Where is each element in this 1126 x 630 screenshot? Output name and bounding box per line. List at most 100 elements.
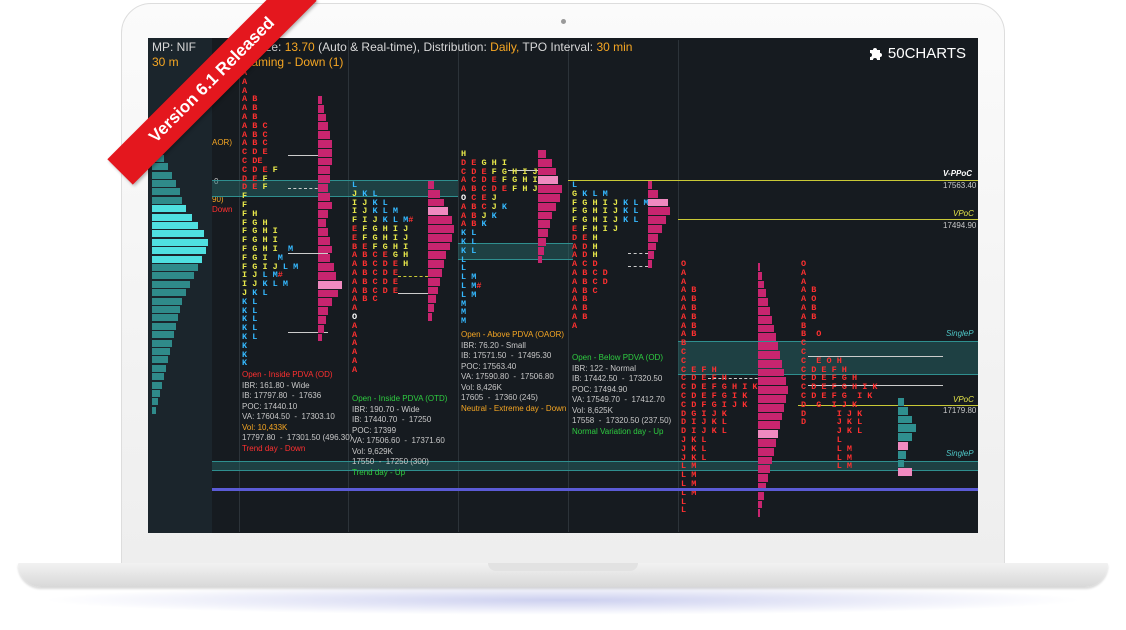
composite-volume-bar <box>152 339 172 347</box>
tpo-row: L <box>461 254 467 265</box>
composite-volume-bar <box>152 364 166 372</box>
volume-bar <box>758 421 780 430</box>
volume-bar <box>428 216 452 224</box>
tpo-row: A B <box>572 311 588 322</box>
volume-bar <box>318 298 332 307</box>
volume-bar <box>318 175 330 183</box>
logo-text: 50CHARTS <box>887 44 966 62</box>
volume-bar <box>758 377 786 386</box>
volume-bar <box>318 316 326 324</box>
composite-volume-bar <box>152 180 176 187</box>
volume-bar <box>898 442 908 450</box>
session-stats-4: Open - Below PDVA (OD) IBR: 122 - Normal… <box>572 353 672 436</box>
volume-bar <box>758 289 766 298</box>
volume-bar <box>538 246 544 255</box>
chart-screen[interactable]: MP: NIF POSize: 13.70 (Auto & Real-time)… <box>148 38 978 533</box>
volume-bar <box>758 342 778 350</box>
volume-bar <box>318 210 328 219</box>
composite-volume-bar <box>152 356 168 364</box>
volume-bar <box>318 113 326 122</box>
volume-bar <box>428 251 446 260</box>
composite-volume-bar <box>152 406 156 414</box>
volume-bar <box>428 295 436 304</box>
composite-volume-bar <box>152 297 182 305</box>
volume-bar <box>318 219 326 227</box>
volume-bar <box>318 192 330 201</box>
header-mid-text: (Auto & Real-time), Distribution: <box>318 40 487 54</box>
volume-bar <box>538 220 550 229</box>
composite-volume-bar <box>152 222 198 229</box>
tpo-row: K L <box>242 331 258 342</box>
tpo-row: A <box>352 347 358 358</box>
tpo-row: A <box>352 303 358 314</box>
volume-bar <box>318 236 330 245</box>
volume-bar <box>318 254 330 263</box>
tpo-row: A <box>352 329 358 340</box>
tpo-row: A <box>242 76 248 87</box>
composite-volume-bar <box>152 306 180 313</box>
volume-bar <box>758 395 786 403</box>
composite-volume-bar <box>152 188 180 196</box>
volume-bar <box>428 233 452 242</box>
tpo-profile-session-5: O A A A B A B A B A B A B A B B C C C E … <box>681 259 758 516</box>
interval-value: 30 min <box>596 40 633 54</box>
volume-bar <box>538 211 552 220</box>
volume-bar <box>538 185 562 193</box>
composite-volume-bar <box>152 247 206 255</box>
volume-bar <box>428 260 444 268</box>
left-label-down: Down <box>212 205 233 214</box>
volume-bar <box>898 468 912 477</box>
volume-bar <box>758 315 772 324</box>
composite-volume-bar <box>152 289 186 297</box>
volume-bar <box>758 447 774 456</box>
tpo-profile-session-1: AAAA BA BA BA B CA B CA B CC D EC DE C D … <box>242 69 298 368</box>
tposize-value: 13.70 <box>284 40 315 54</box>
tpo-row: A <box>352 364 358 375</box>
volume-bar <box>428 181 434 189</box>
volume-bar <box>758 491 764 500</box>
session-divider <box>678 40 679 532</box>
composite-volume-bar <box>152 314 178 322</box>
volume-bar <box>318 324 324 333</box>
volume-bar <box>538 229 548 237</box>
volume-bar <box>648 216 666 224</box>
session-stats-2: Open - Inside PDVA (OTD) IBR: 190.70 - W… <box>352 394 448 477</box>
vpoc-value: 17494.90 <box>943 221 977 230</box>
composite-volume-bar <box>152 331 174 339</box>
volume-bar <box>428 242 450 251</box>
session-divider <box>348 40 349 532</box>
volume-bar <box>648 181 652 189</box>
volume-bar <box>648 233 658 242</box>
header-line2-a: 30 m <box>152 55 179 69</box>
volume-bar <box>758 263 760 271</box>
camera-dot <box>561 19 566 24</box>
volume-bar <box>428 313 432 321</box>
volume-bar <box>758 456 772 465</box>
composite-volume-bar <box>152 163 168 171</box>
tpo-row: O <box>352 311 358 322</box>
volume-bar <box>758 271 762 280</box>
volume-bar <box>318 140 332 148</box>
volume-bar <box>898 450 906 459</box>
volume-bar <box>428 304 434 312</box>
volume-bar <box>898 415 912 424</box>
tpo-row: K L <box>461 245 477 256</box>
volume-bar <box>648 189 658 198</box>
volume-bar <box>898 398 904 406</box>
tpo-row: A <box>352 320 358 331</box>
composite-volume-bar <box>152 280 190 288</box>
session-divider <box>458 40 459 532</box>
vpoc-value-2: 17179.80 <box>943 406 977 415</box>
volume-bar <box>318 104 324 113</box>
tpo-row: A <box>242 68 248 78</box>
puzzle-icon <box>869 48 882 60</box>
volume-bar <box>538 167 556 176</box>
tpo-row: M <box>461 307 467 318</box>
tpo-profile-session-2: LJ K LI J K LI J K L MF I J K L M# E F G … <box>352 181 413 375</box>
vppoc-label: V-PPoC <box>943 169 973 178</box>
volume-bar <box>318 201 332 210</box>
volume-bar <box>318 96 322 104</box>
composite-volume-bar <box>152 373 164 381</box>
50charts-logo: 50CHARTS <box>867 44 966 62</box>
volume-bar <box>318 157 332 166</box>
